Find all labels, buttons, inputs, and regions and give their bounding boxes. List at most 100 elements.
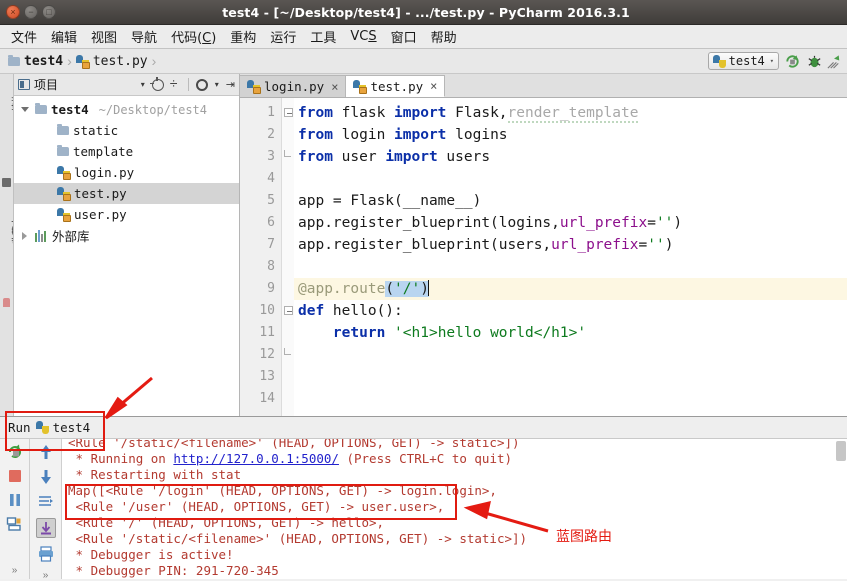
token-module: flask (333, 105, 394, 121)
line-number: 4 (240, 168, 281, 190)
tool-button-favorites[interactable]: 收藏夹 (10, 201, 15, 261)
line-number: 5 (240, 190, 281, 212)
tree-item-template[interactable]: template (14, 141, 239, 162)
run-secondary-toolbar: » (30, 439, 62, 579)
minimize-window-button[interactable]: − (24, 5, 38, 19)
print-icon[interactable] (37, 545, 55, 563)
run-left-toolbar: » (0, 439, 30, 579)
tree-item-test4[interactable]: test4 ~/Desktop/test4 (14, 99, 239, 120)
folder-icon (8, 57, 20, 66)
fold-region-function-end-icon[interactable] (284, 348, 291, 355)
token-call: app.register_blueprint(users, (298, 237, 551, 253)
menu-item-file[interactable]: 文件 (4, 25, 44, 48)
error-stripe-marker-panel[interactable] (839, 98, 847, 416)
twisty-down-icon[interactable] (18, 107, 31, 112)
project-title[interactable]: 项目 (18, 76, 58, 93)
menu-item-view[interactable]: 视图 (84, 25, 124, 48)
code-folding-gutter[interactable] (282, 98, 294, 416)
fold-region-imports-icon[interactable] (284, 108, 293, 117)
coverage-icon[interactable] (826, 53, 843, 70)
scroll-down-icon[interactable] (37, 468, 55, 486)
code-line-5: app = Flask(__name__) (294, 190, 847, 212)
scroll-up-icon[interactable] (37, 443, 55, 461)
server-url-link[interactable]: http://127.0.0.1:5000/ (173, 451, 339, 466)
menu-item-help[interactable]: 帮助 (424, 25, 464, 48)
console-output[interactable]: <Rule '/static/<filename>' (HEAD, OPTION… (62, 439, 847, 579)
token-module: login (333, 127, 394, 143)
menu-item-run[interactable]: 运行 (263, 25, 303, 48)
menu-item-tools[interactable]: 工具 (303, 25, 343, 48)
soft-wrap-icon[interactable] (37, 493, 55, 511)
line-number: 10 (240, 300, 281, 322)
menu-item-navigate[interactable]: 导航 (124, 25, 164, 48)
more-options-icon-2[interactable]: » (43, 570, 49, 581)
close-window-button[interactable]: × (6, 5, 20, 19)
menu-item-edit[interactable]: 编辑 (44, 25, 84, 48)
breadcrumb-project-label: test4 (24, 54, 63, 69)
menu-item-window[interactable]: 窗口 (384, 25, 424, 48)
close-tab-icon[interactable]: × (331, 80, 338, 94)
token-keyword: import (394, 127, 446, 143)
tree-item-test-py[interactable]: test.py (14, 183, 239, 204)
folder-locked-icon (57, 147, 69, 156)
collapse-all-icon[interactable] (169, 79, 181, 91)
tree-item-label: login.py (74, 165, 134, 180)
python-run-config-icon (713, 55, 726, 68)
close-icon: × (10, 8, 15, 17)
breadcrumb-project[interactable]: test4 (8, 54, 63, 69)
console-line-running: * Running on http://127.0.0.1:5000/ (Pre… (68, 451, 847, 467)
title-bar: × − □ test4 - [~/Desktop/test4] - .../te… (0, 0, 847, 25)
twisty-right-icon[interactable] (18, 232, 31, 240)
rerun-icon[interactable] (6, 443, 24, 461)
line-number: 12 (240, 344, 281, 366)
console-scrollbar[interactable] (836, 441, 846, 461)
console-line: * Debugger PIN: 291-720-345 (68, 563, 847, 579)
target-icon[interactable] (152, 79, 164, 91)
console-line: <Rule '/static/<filename>' (HEAD, OPTION… (68, 531, 847, 547)
maximize-window-button[interactable]: □ (42, 5, 56, 19)
token-paren: ) (673, 215, 682, 231)
code-line-1: from flask import Flask,render_template (294, 102, 847, 124)
gear-icon[interactable] (196, 79, 208, 91)
run-tab-test4[interactable]: test4 (36, 420, 91, 435)
debug-icon[interactable] (806, 53, 823, 70)
scroll-to-end-icon[interactable] (36, 518, 56, 538)
menu-item-vcs[interactable]: VCS (343, 27, 383, 46)
run-tool-window-header: Run test4 (0, 417, 847, 439)
breadcrumb-file[interactable]: test.py (76, 54, 148, 69)
code-line-10: def hello(): (294, 300, 847, 322)
run-configuration-selector[interactable]: test4 ▾ (708, 52, 779, 70)
tree-item-static[interactable]: static (14, 120, 239, 141)
run-tool-window: Run test4 (0, 416, 847, 579)
token-keyword: return (333, 325, 385, 341)
pycharm-window: × − □ test4 - [~/Desktop/test4] - .../te… (0, 0, 847, 579)
hide-icon[interactable]: ⇥ (226, 78, 235, 91)
tree-item-external-libraries[interactable]: 外部库 (14, 225, 239, 246)
editor-tab-test-py[interactable]: test.py × (346, 75, 445, 97)
chevron-down-icon[interactable]: ▾ (139, 80, 147, 89)
run-icon[interactable] (784, 53, 801, 70)
gear-chevron-icon[interactable]: ▾ (213, 80, 221, 89)
console-icon[interactable] (6, 515, 24, 533)
tool-button-structure[interactable]: 结构 (10, 74, 15, 133)
more-options-icon[interactable]: » (12, 565, 18, 576)
main-content-area: 结构 收藏夹 项目 ▾ ▾ ⇥ (0, 74, 847, 416)
tree-item-user-py[interactable]: user.py (14, 204, 239, 225)
pause-icon[interactable] (6, 491, 24, 509)
editor-tab-login-py[interactable]: login.py × (240, 75, 346, 97)
tree-item-login-py[interactable]: login.py (14, 162, 239, 183)
project-title-label: 项目 (34, 76, 58, 93)
token-paren: ) (665, 237, 674, 253)
fold-region-imports-end-icon[interactable] (284, 150, 291, 157)
fold-region-function-icon[interactable] (284, 306, 293, 315)
token-string: '<h1>hello world</h1>' (394, 325, 586, 341)
code-lines[interactable]: from flask import Flask,render_template … (294, 98, 847, 416)
code-line-6: app.register_blueprint(logins,url_prefix… (294, 212, 847, 234)
close-tab-icon[interactable]: × (430, 79, 437, 93)
code-editor[interactable]: 1 2 3 4 5 6 7 8 9 10 11 12 13 14 (240, 98, 847, 416)
stop-icon[interactable] (6, 467, 24, 485)
menu-item-refactor[interactable]: 重构 (223, 25, 263, 48)
token-name: users (438, 149, 490, 165)
run-window-body: » (0, 439, 847, 579)
menu-item-code[interactable]: 代码(C) (164, 25, 223, 48)
